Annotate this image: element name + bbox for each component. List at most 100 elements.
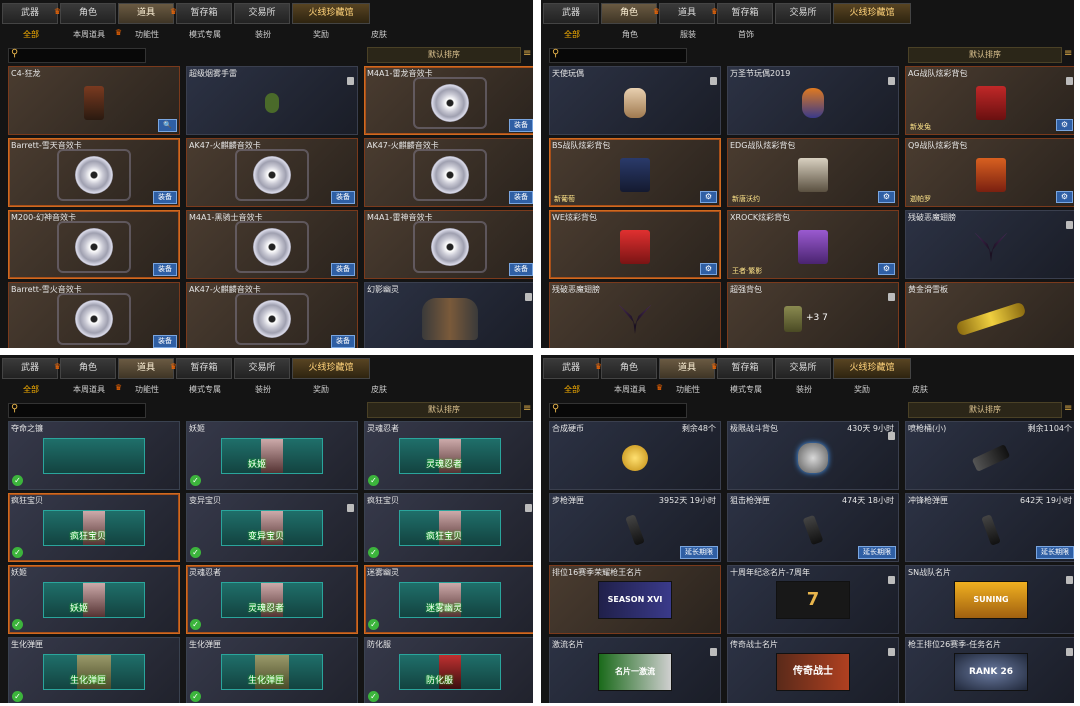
item-card[interactable]: 妖姬 妖姬 ✓ xyxy=(186,421,358,490)
item-card[interactable]: 迷雾幽灵 迷雾幽灵 ✓ xyxy=(364,565,533,634)
equip-button[interactable]: 装备 xyxy=(331,335,355,348)
equip-button[interactable]: 装备 xyxy=(509,119,533,132)
item-card[interactable]: 妖姬 妖姬 ✓ xyxy=(8,565,180,634)
equip-button[interactable]: 装备 xyxy=(153,191,177,204)
item-card[interactable]: 冲锋枪弹匣 642天 19小时 延长期限 xyxy=(905,493,1074,562)
item-card[interactable]: 疯狂宝贝 疯狂宝贝 ✓ xyxy=(8,493,180,562)
subtab-weekly[interactable]: 本周道具 ♛ xyxy=(60,26,122,43)
tab-collection[interactable]: 火线珍藏馆 xyxy=(833,3,911,24)
item-card[interactable]: Q9战队炫彩背包 迦帕罗 ⚙ xyxy=(905,138,1074,207)
item-card[interactable]: M4A1-雷龙音效卡 装备 xyxy=(364,66,533,135)
subtab-outfit[interactable]: 装扮 xyxy=(775,381,833,398)
tab-exchange[interactable]: 交易所 xyxy=(234,358,290,379)
trash-icon[interactable] xyxy=(1066,648,1073,656)
tab-storage[interactable]: 暂存箱 xyxy=(176,358,232,379)
item-card[interactable]: 极限战斗背包 430天 9小时 xyxy=(727,421,899,490)
item-card[interactable]: 残破恶魔翅膀 xyxy=(905,210,1074,279)
item-card[interactable]: 万圣节玩偶2019 xyxy=(727,66,899,135)
subtab-mode[interactable]: 模式专属 xyxy=(717,381,775,398)
search-input[interactable]: ⚲ xyxy=(8,48,146,63)
tab-collection[interactable]: 火线珍藏馆 xyxy=(833,358,911,379)
tab-exchange[interactable]: 交易所 xyxy=(775,3,831,24)
trash-icon[interactable] xyxy=(1066,576,1073,584)
gear-icon[interactable]: ⚙ xyxy=(1056,119,1073,131)
equip-button[interactable]: 装备 xyxy=(331,263,355,276)
sort-dropdown[interactable]: 默认排序 xyxy=(908,402,1062,418)
item-card[interactable]: AK47-火麒麟音效卡 装备 xyxy=(186,282,358,348)
item-card[interactable]: 超强背包 +3 7 xyxy=(727,282,899,348)
sort-dropdown[interactable]: 默认排序 xyxy=(908,47,1062,63)
equip-button[interactable]: 装备 xyxy=(509,191,533,204)
extend-button[interactable]: 延长期限 xyxy=(680,546,718,559)
trash-icon[interactable] xyxy=(710,77,717,85)
subtab-reward[interactable]: 奖励 xyxy=(292,381,350,398)
item-card[interactable]: 步枪弹匣 3952天 19小时 延长期限 xyxy=(549,493,721,562)
tab-collection[interactable]: 火线珍藏馆 xyxy=(292,358,370,379)
trash-icon[interactable] xyxy=(1066,77,1073,85)
gear-icon[interactable]: ⚙ xyxy=(700,263,717,275)
gear-icon[interactable]: ⚙ xyxy=(1056,191,1073,203)
tab-weapons[interactable]: 武器 xyxy=(543,3,599,24)
item-card[interactable]: 生化弹匣 生化弹匣 ✓ xyxy=(186,637,358,703)
equip-button[interactable]: 装备 xyxy=(153,263,177,276)
sort-dropdown[interactable]: 默认排序 xyxy=(367,402,521,418)
item-card[interactable]: SN战队名片 SUNING xyxy=(905,565,1074,634)
extend-button[interactable]: 延长期限 xyxy=(1036,546,1074,559)
item-card[interactable]: 超级烟雾手雷 xyxy=(186,66,358,135)
subtab-skin[interactable]: 皮肤 xyxy=(350,26,408,43)
tab-characters[interactable]: 角色 xyxy=(601,358,657,379)
tab-props[interactable]: 道具 ♛ xyxy=(659,3,718,24)
item-card[interactable]: 变异宝贝 变异宝贝 ✓ xyxy=(186,493,358,562)
subtab-outfit[interactable]: 装扮 xyxy=(234,381,292,398)
item-card[interactable]: 防化服 防化服 ✓ xyxy=(364,637,533,703)
subtab-all[interactable]: 全部 xyxy=(2,26,60,43)
item-card[interactable]: AG战队炫彩背包 新发兔 ⚙ xyxy=(905,66,1074,135)
sort-dropdown[interactable]: 默认排序 xyxy=(367,47,521,63)
item-card[interactable]: EDG战队炫彩背包 新唐沃约 ⚙ xyxy=(727,138,899,207)
subtab-weekly[interactable]: 本周道具 ♛ xyxy=(60,381,122,398)
item-card[interactable]: M4A1-雷神音效卡 装备 xyxy=(364,210,533,279)
list-menu-icon[interactable]: ≡ xyxy=(1064,403,1073,414)
tab-exchange[interactable]: 交易所 xyxy=(234,3,290,24)
equip-button[interactable]: 装备 xyxy=(153,335,177,348)
item-card[interactable]: AK47-火麒麟音效卡 装备 xyxy=(186,138,358,207)
item-card[interactable]: M200-幻神音效卡 装备 xyxy=(8,210,180,279)
tab-storage[interactable]: 暂存箱 xyxy=(176,3,232,24)
trash-icon[interactable] xyxy=(888,432,895,440)
item-card[interactable]: 幻影幽灵 xyxy=(364,282,533,348)
item-card[interactable]: 狙击枪弹匣 474天 18小时 延长期限 xyxy=(727,493,899,562)
trash-icon[interactable] xyxy=(347,504,354,512)
item-card[interactable]: 夺命之镰 ✓ xyxy=(8,421,180,490)
list-menu-icon[interactable]: ≡ xyxy=(523,48,532,59)
search-input[interactable]: ⚲ xyxy=(8,403,146,418)
item-card[interactable]: M4A1-黑骑士音效卡 装备 xyxy=(186,210,358,279)
item-card[interactable]: 灵魂忍者 灵魂忍者 ✓ xyxy=(186,565,358,634)
item-card[interactable]: 天使玩偶 xyxy=(549,66,721,135)
subtab-all[interactable]: 全部 xyxy=(543,26,601,43)
item-card[interactable]: XROCK炫彩背包 王者·繁影 ⚙ xyxy=(727,210,899,279)
inspect-button[interactable]: 🔍 xyxy=(158,119,177,132)
item-card[interactable]: Barrett-雪火音效卡 装备 xyxy=(8,282,180,348)
item-card[interactable]: BS战队炫彩背包 新葡萄 ⚙ xyxy=(549,138,721,207)
tab-weapons[interactable]: 武器 ♛ xyxy=(2,3,61,24)
equip-button[interactable]: 装备 xyxy=(331,191,355,204)
search-input[interactable]: ⚲ xyxy=(549,403,687,418)
trash-icon[interactable] xyxy=(1066,221,1073,229)
item-card[interactable]: 黄金滑雪板 xyxy=(905,282,1074,348)
subtab-functional[interactable]: 功能性 xyxy=(659,381,717,398)
trash-icon[interactable] xyxy=(888,293,895,301)
tab-characters[interactable]: 角色 xyxy=(60,358,116,379)
equip-button[interactable]: 装备 xyxy=(509,263,533,276)
subtab-reward[interactable]: 奖励 xyxy=(292,26,350,43)
subtab-reward[interactable]: 奖励 xyxy=(833,381,891,398)
subtab-mode[interactable]: 模式专属 xyxy=(176,381,234,398)
item-card[interactable]: 十周年纪念名片-7周年 7 xyxy=(727,565,899,634)
tab-props[interactable]: 道具 ♛ xyxy=(118,3,177,24)
item-card[interactable]: 疯狂宝贝 疯狂宝贝 ✓ xyxy=(364,493,533,562)
gear-icon[interactable]: ⚙ xyxy=(878,263,895,275)
search-input[interactable]: ⚲ xyxy=(549,48,687,63)
tab-storage[interactable]: 暂存箱 xyxy=(717,3,773,24)
subtab-accessories[interactable]: 首饰 xyxy=(717,26,775,43)
subtab-functional[interactable]: 功能性 xyxy=(118,381,176,398)
item-card[interactable]: 灵魂忍者 灵魂忍者 ✓ xyxy=(364,421,533,490)
